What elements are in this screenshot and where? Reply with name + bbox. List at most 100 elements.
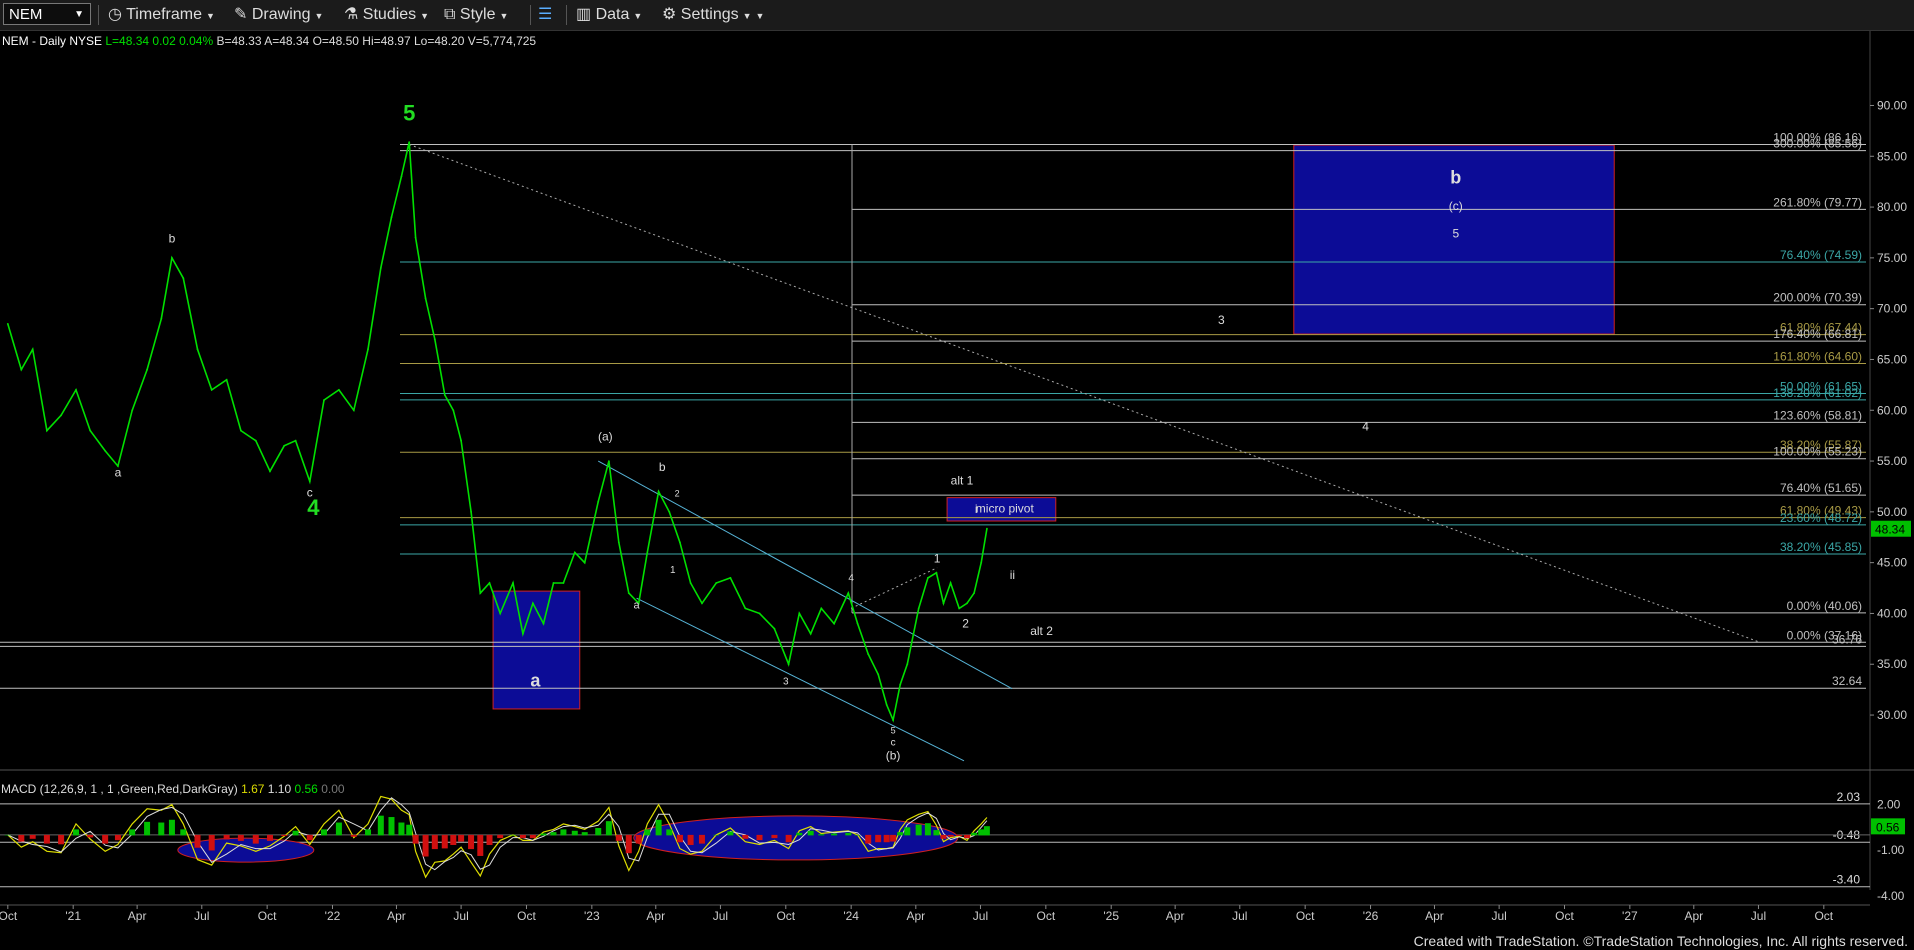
price-point bbox=[906, 663, 909, 666]
macd-histogram-bar bbox=[644, 829, 651, 836]
macd-axis-label: -4.00 bbox=[1877, 889, 1905, 903]
macd-histogram-bar bbox=[450, 834, 457, 845]
macd-histogram-bar bbox=[971, 832, 978, 836]
wave-label: b bbox=[1450, 168, 1461, 188]
time-axis-label: Apr bbox=[128, 909, 147, 923]
macd-histogram-bar bbox=[266, 834, 273, 841]
fib-level-label: 123.60% (58.81) bbox=[1773, 408, 1862, 422]
time-axis-label: Oct bbox=[1036, 909, 1055, 923]
price-axis-label: 40.00 bbox=[1877, 606, 1907, 620]
price-axis-label: 60.00 bbox=[1877, 403, 1907, 417]
toolbar-divider bbox=[566, 5, 567, 25]
macd-histogram-bar bbox=[785, 834, 792, 843]
macd-histogram-bar bbox=[933, 830, 940, 836]
macd-histogram-bar bbox=[956, 834, 963, 837]
fib-level-label: 36.76 bbox=[1832, 632, 1862, 646]
macd-histogram-bar bbox=[497, 834, 504, 839]
price-point bbox=[452, 409, 455, 412]
macd-title: MACD (12,26,9, 1 , 1 ,Green,Red,DarkGray… bbox=[1, 782, 345, 796]
macd-histogram-bar bbox=[43, 834, 50, 844]
wave-label: 3 bbox=[1218, 313, 1225, 327]
macd-histogram-bar bbox=[963, 834, 970, 839]
symbol-input[interactable]: NEM ▼ bbox=[3, 3, 91, 25]
time-axis-label: Jul bbox=[453, 909, 468, 923]
data-button[interactable]: ▥ Data ▼ bbox=[576, 4, 642, 26]
macd-histogram-bar bbox=[73, 829, 80, 836]
macd-histogram-bar bbox=[320, 829, 327, 836]
time-axis-label: '27 bbox=[1622, 909, 1638, 923]
wave-label: 1 bbox=[934, 552, 941, 566]
style-button[interactable]: ⧉ Style ▼ bbox=[444, 4, 508, 26]
timeframe-button[interactable]: ◷ Timeframe ▼ bbox=[108, 4, 215, 26]
macd-histogram-bar bbox=[365, 829, 372, 836]
price-point bbox=[512, 582, 514, 584]
macd-histogram-bar bbox=[595, 828, 602, 836]
price-point bbox=[986, 527, 988, 530]
macd-histogram-bar bbox=[412, 834, 419, 844]
price-point bbox=[820, 607, 823, 610]
macd-histogram-bar bbox=[398, 822, 405, 836]
macd-current-label: 0.56 bbox=[1876, 820, 1900, 834]
time-axis-label: Jul bbox=[1751, 909, 1766, 923]
macd-histogram-bar bbox=[406, 824, 413, 836]
chevron-down-icon: ▼ bbox=[205, 11, 215, 21]
quote-stat: 0.02 bbox=[152, 34, 179, 48]
wave-label: (c) bbox=[1449, 199, 1463, 213]
price-point bbox=[352, 409, 355, 412]
price-axis-label: 45.00 bbox=[1877, 556, 1907, 570]
macd-histogram-bar bbox=[727, 831, 734, 836]
studies-button[interactable]: ⚗ Studies ▼ bbox=[344, 4, 429, 26]
macd-histogram-bar bbox=[180, 829, 187, 836]
wave-label: 5 bbox=[1452, 227, 1459, 241]
macd-level-label: 2.03 bbox=[1837, 790, 1861, 804]
macd-axis-label: 2.00 bbox=[1877, 797, 1901, 811]
price-point bbox=[562, 582, 565, 584]
macd-histogram-bar bbox=[194, 834, 201, 848]
wave-label: alt 1 bbox=[951, 473, 974, 487]
macd-histogram-bar bbox=[144, 821, 151, 836]
price-chart[interactable]: NEM - Daily NYSE L=48.34 0.02 0.04% B=48… bbox=[0, 31, 1914, 931]
price-point bbox=[400, 175, 403, 178]
price-point bbox=[210, 389, 213, 391]
price-point bbox=[892, 719, 894, 721]
macd-histogram-bar bbox=[114, 834, 121, 841]
wave-label: 3 bbox=[783, 677, 789, 688]
wave-label: c bbox=[307, 486, 313, 500]
macd-histogram-bar bbox=[742, 834, 749, 839]
macd-histogram-bar bbox=[431, 834, 438, 850]
time-axis-label: Apr bbox=[646, 909, 665, 923]
macd-histogram-bar bbox=[615, 834, 622, 841]
price-point bbox=[283, 444, 286, 447]
macd-histogram-bar bbox=[605, 821, 612, 836]
macd-histogram-bar bbox=[18, 834, 25, 842]
layout-button[interactable]: ☰ bbox=[538, 4, 552, 26]
chevron-down-icon: ▼ bbox=[74, 9, 84, 20]
macd-histogram-bar bbox=[978, 829, 985, 836]
price-point bbox=[367, 348, 369, 351]
studies-label: Studies bbox=[362, 6, 417, 23]
macd-value: 1.10 bbox=[268, 782, 295, 796]
drawing-button[interactable]: ✎ Drawing ▼ bbox=[234, 4, 323, 26]
fib-level-label: 100.00% (55.23) bbox=[1773, 445, 1862, 459]
quote-stat: Lo=48.20 bbox=[414, 34, 468, 48]
price-point bbox=[31, 348, 34, 351]
price-point bbox=[927, 577, 929, 579]
macd-histogram-bar bbox=[796, 832, 803, 836]
macd-level-label: -3.40 bbox=[1833, 873, 1861, 887]
macd-histogram-bar bbox=[441, 834, 448, 849]
price-point bbox=[20, 368, 23, 371]
macd-value: 1.67 bbox=[241, 782, 268, 796]
price-point bbox=[532, 602, 534, 605]
price-point bbox=[552, 582, 555, 584]
time-axis-label: Oct bbox=[1296, 909, 1315, 923]
chevron-down-icon: ▼ bbox=[755, 11, 765, 21]
time-axis-label: '23 bbox=[584, 909, 600, 923]
macd-histogram-bar bbox=[529, 834, 536, 839]
price-point bbox=[160, 317, 163, 320]
settings-button[interactable]: ⚙ Settings ▼ ▼ bbox=[662, 4, 764, 26]
price-point bbox=[668, 511, 671, 513]
macd-histogram-bar bbox=[519, 834, 526, 839]
macd-histogram-bar bbox=[625, 834, 632, 854]
price-point bbox=[847, 592, 850, 594]
toolbar-divider bbox=[98, 5, 99, 25]
